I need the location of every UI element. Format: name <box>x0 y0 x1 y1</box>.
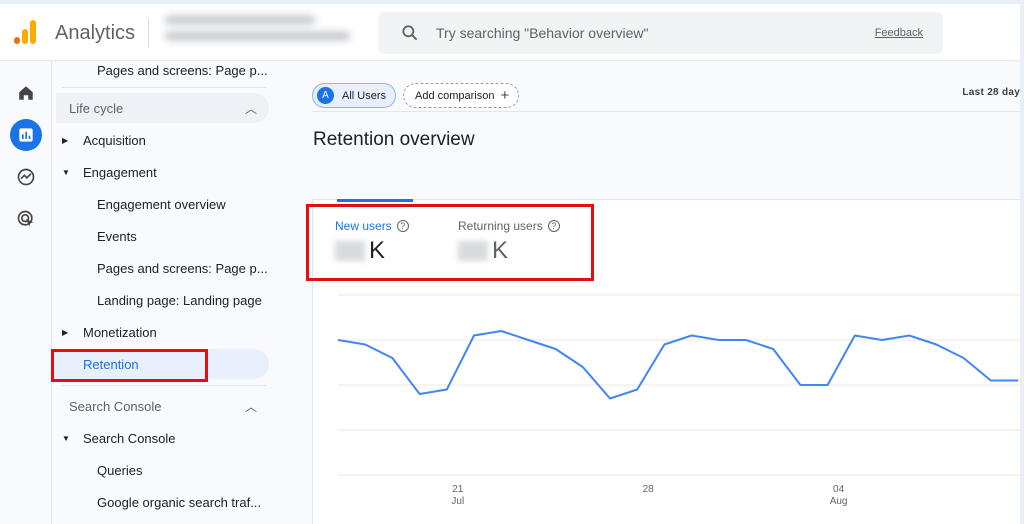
x-tick-label: 28 <box>643 484 655 495</box>
nav-item-monetization[interactable]: ▶ Monetization <box>52 317 270 347</box>
plus-icon: + <box>500 87 510 104</box>
section-search-console[interactable]: Search Console ︿ <box>56 391 269 421</box>
nav-item-acquisition[interactable]: ▶ Acquisition <box>52 125 270 155</box>
section-life-cycle[interactable]: Life cycle ︿ <box>56 93 269 123</box>
all-users-chip[interactable]: A All Users <box>312 83 396 108</box>
chevron-up-icon: ︿ <box>244 399 257 414</box>
search-input[interactable]: Try searching "Behavior overview" <box>436 25 649 41</box>
nav-item-events[interactable]: Events <box>52 221 270 251</box>
nav-item-search-console[interactable]: ▼ Search Console <box>52 423 270 453</box>
side-nav: Pages and screens: Page p... Life cycle ︿… <box>51 61 285 524</box>
nav-label: Monetization <box>83 324 157 340</box>
nav-label: Engagement <box>83 164 157 180</box>
analytics-logo-icon[interactable] <box>14 20 38 44</box>
divider <box>148 18 149 48</box>
reports-icon[interactable] <box>10 119 42 151</box>
highlight-box <box>51 349 208 382</box>
highlight-box <box>306 204 594 281</box>
section-label: Life cycle <box>69 100 124 116</box>
icon-rail <box>0 61 52 524</box>
add-comparison-button[interactable]: Add comparison + <box>403 83 519 108</box>
divider <box>62 87 267 88</box>
nav-item-landing-page[interactable]: Landing page: Landing page <box>52 285 270 315</box>
nav-label: Acquisition <box>83 132 146 148</box>
x-tick-month-label: Aug <box>830 496 848 507</box>
divider <box>312 111 1020 112</box>
x-tick-label: 04 <box>833 484 845 495</box>
caret-right-icon: ▶ <box>62 135 69 145</box>
search-bar[interactable]: Try searching "Behavior overview" Feedba… <box>378 12 943 54</box>
nav-item-pages-screens[interactable]: Pages and screens: Page p... <box>52 253 270 283</box>
segment-badge: A <box>317 87 334 104</box>
nav-item-engagement-overview[interactable]: Engagement overview <box>52 189 270 219</box>
nav-label: Search Console <box>83 430 176 446</box>
page-title: Retention overview <box>313 129 475 150</box>
x-tick-label: 21 <box>452 484 464 495</box>
top-bar: Analytics Try searching "Behavior overvi… <box>0 4 1020 61</box>
button-label: Add comparison <box>415 89 495 102</box>
search-icon <box>402 25 418 41</box>
caret-right-icon: ▶ <box>62 327 69 337</box>
section-label: Search Console <box>69 398 162 414</box>
account-selector[interactable] <box>165 16 355 50</box>
divider <box>62 385 267 386</box>
advertising-icon[interactable] <box>14 207 38 231</box>
x-tick-month-label: Jul <box>451 496 464 507</box>
caret-down-icon: ▼ <box>62 433 70 443</box>
nav-item-engagement[interactable]: ▼ Engagement <box>52 157 270 187</box>
analytics-app: Analytics Try searching "Behavior overvi… <box>0 4 1020 524</box>
caret-down-icon: ▼ <box>62 167 70 177</box>
chip-label: All Users <box>342 89 387 102</box>
nav-item-pages-screens-top[interactable]: Pages and screens: Page p... <box>52 55 270 85</box>
main-content: A All Users Add comparison + Last 28 days … <box>298 61 1020 524</box>
app-name: Analytics <box>55 22 136 44</box>
nav-item-queries[interactable]: Queries <box>52 455 270 485</box>
home-icon[interactable] <box>14 81 38 105</box>
nav-item-google-organic[interactable]: Google organic search traf... <box>52 487 270 517</box>
explore-icon[interactable] <box>14 165 38 189</box>
date-range[interactable]: Last 28 days <box>962 87 1020 98</box>
feedback-link[interactable]: Feedback <box>875 27 923 39</box>
series-line <box>337 330 1018 400</box>
chevron-up-icon: ︿ <box>244 101 257 116</box>
